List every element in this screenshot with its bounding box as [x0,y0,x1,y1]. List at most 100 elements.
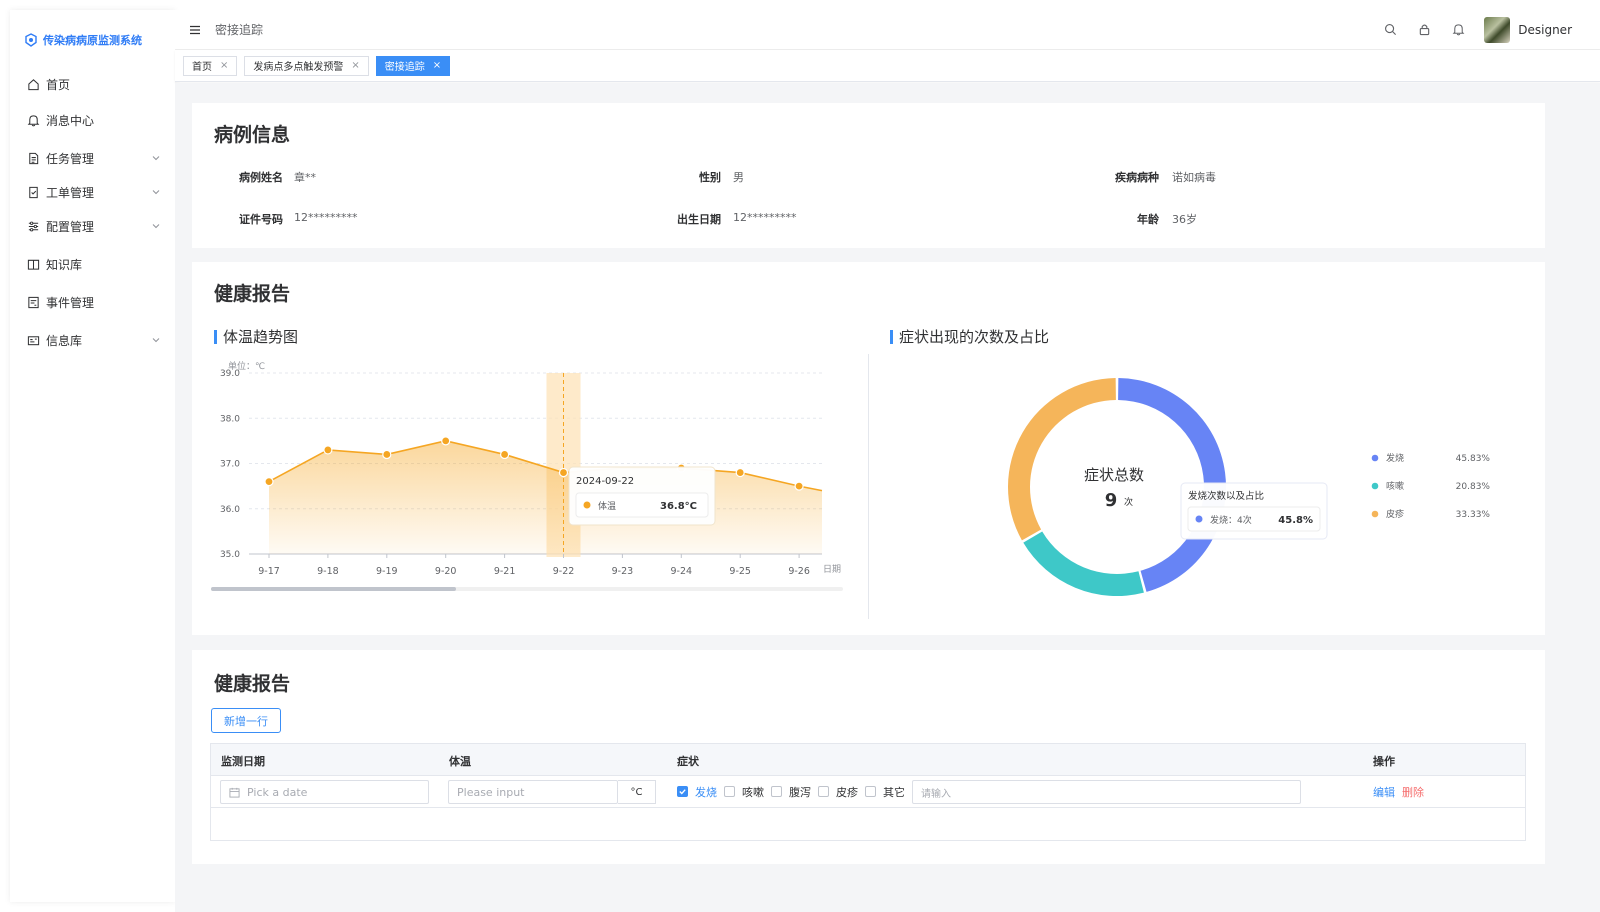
tab-label: 密接追踪 [384,62,425,73]
x-tick-label: 9-23 [612,566,634,577]
document-icon [26,151,40,165]
symptom-checkbox-fever[interactable] [677,786,688,797]
top-bar-actions: Designer [1364,16,1572,43]
date-picker-input[interactable]: Pick a date [220,780,429,804]
app-logo[interactable]: 传染病病原监测系统 [10,20,175,60]
data-point [441,436,451,446]
chart-tooltip: 2024-09-22 体温 36.8°C [568,466,716,526]
column-header-date: 监测日期 [221,755,265,768]
notification-bell-icon[interactable] [1450,22,1466,38]
close-icon[interactable]: × [220,60,228,71]
tooltip-value: 36.8°C [660,501,697,512]
sidebar-item-label: 事件管理 [46,295,95,310]
temp-chart-title: 体温趋势图 [214,326,298,347]
field-label: 性别 [699,171,721,184]
sidebar: 传染病病原监测系统 首页 消息中心 任务管理 工单管理 配置管理 知识库 事件管… [10,10,175,902]
close-icon[interactable]: × [351,60,359,71]
tab-label: 首页 [192,62,212,73]
legend-value: 20.83% [1456,482,1491,492]
x-axis-label: 日期 [823,564,841,575]
x-tick-label: 9-21 [494,566,516,577]
other-symptom-input[interactable]: 请输入 [912,780,1301,804]
sidebar-item-label: 信息库 [46,333,83,348]
sidebar-item-infobase[interactable]: 信息库 [10,322,175,358]
lock-icon[interactable] [1416,22,1432,38]
sidebar-item-knowledge[interactable]: 知识库 [10,246,175,282]
report-table: 监测日期 体温 症状 操作 Pick a date Please input °… [210,743,1526,841]
avatar[interactable] [1484,16,1511,43]
field-value: 36岁 [1172,213,1197,226]
donut-slice [1008,378,1116,541]
chevron-down-icon [152,224,160,229]
delete-link[interactable]: 删除 [1402,784,1424,800]
username[interactable]: Designer [1518,23,1572,37]
x-tick-label: 9-18 [317,566,339,577]
health-report-table-card: 健康报告 新增一行 监测日期 体温 症状 操作 Pick a date Plea… [192,650,1545,864]
tooltip-series: 体温 [598,500,616,512]
sidebar-item-config[interactable]: 配置管理 [10,208,175,244]
sidebar-item-home[interactable]: 首页 [10,66,175,102]
date-placeholder: Pick a date [247,785,308,799]
y-tick-label: 39.0 [220,369,240,379]
calendar-icon [229,787,240,798]
x-tick-label: 9-17 [258,566,280,577]
title-accent-bar [890,329,893,344]
tooltip-series: 发烧：4次 [1210,514,1252,526]
tooltip-marker [583,501,591,509]
y-tick-label: 38.0 [220,414,240,424]
chevron-down-icon [152,156,160,161]
sidebar-item-messages[interactable]: 消息中心 [10,102,175,138]
book-icon [26,257,40,271]
symptom-checkbox-rash[interactable] [818,786,829,797]
sidebar-nav: 首页 消息中心 任务管理 工单管理 配置管理 知识库 事件管理 信息库 [10,66,175,358]
main-content: 病例信息 病例姓名 章** 性别 男 疾病病种 诺如病毒 证件号码 12****… [175,83,1600,912]
case-info-card: 病例信息 病例姓名 章** 性别 男 疾病病种 诺如病毒 证件号码 12****… [192,103,1545,248]
x-tick-label: 9-26 [788,566,810,577]
symptom-chart-title: 症状出现的次数及占比 [890,326,1049,347]
donut-center-label: 症状总数 [1084,466,1144,484]
tab-multi-point-alert[interactable]: 发病点多点触发预警 × [244,55,369,76]
chevron-down-icon [152,190,160,195]
sidebar-item-workorders[interactable]: 工单管理 [10,174,175,210]
card-title: 健康报告 [214,283,291,305]
field-value: 12********* [733,211,797,224]
donut-center-value: 9 [1105,490,1118,511]
symptom-checkbox-diarrhea[interactable] [771,786,782,797]
menu-toggle-icon[interactable] [187,22,203,38]
check-icon [679,789,686,795]
card-title: 病例信息 [214,124,291,146]
symptom-label: 发烧 [695,786,717,799]
chevron-down-icon [152,338,160,343]
symptom-label: 腹泻 [789,786,811,799]
tab-contact-tracing[interactable]: 密接追踪 × [375,55,451,76]
sliders-icon [26,219,40,233]
bell-icon [26,113,40,127]
chart-scroll-thumb [211,587,456,591]
search-icon[interactable] [1382,22,1398,38]
table-header: 监测日期 体温 症状 操作 [211,744,1525,776]
column-header-actions: 操作 [1373,755,1395,768]
symptom-checkbox-cough[interactable] [724,786,735,797]
sidebar-item-tasks[interactable]: 任务管理 [10,140,175,176]
field-value: 诺如病毒 [1172,171,1216,184]
x-tick-label: 9-19 [376,566,398,577]
top-bar: 密接追踪 Designer [175,10,1600,50]
donut-center-unit: 次 [1124,496,1133,508]
symptom-checkbox-other[interactable] [865,786,876,797]
add-row-button[interactable]: 新增一行 [211,708,281,733]
close-icon[interactable]: × [433,60,441,71]
event-icon [26,295,40,309]
symptom-donut-chart[interactable]: 症状总数 9 次 发烧 45.83% 咳嗽 20.83% 皮疹 33.33% 发烧次数以及占比发烧… [870,354,1540,619]
legend-marker [1371,482,1379,490]
x-tick-label: 9-24 [671,566,693,577]
tooltip-marker [1195,515,1203,523]
symptom-label: 咳嗽 [742,786,764,799]
sidebar-item-events[interactable]: 事件管理 [10,284,175,320]
legend-label: 咳嗽 [1386,480,1404,492]
edit-link[interactable]: 编辑 [1373,784,1395,800]
temperature-input[interactable]: Please input [448,780,618,804]
legend-marker [1371,510,1379,518]
field-label: 证件号码 [239,213,283,226]
tab-home[interactable]: 首页 × [183,55,238,76]
temperature-chart[interactable]: 单位：℃39.038.037.036.035.09-17 9-18 9-19 9-20… [192,354,862,619]
